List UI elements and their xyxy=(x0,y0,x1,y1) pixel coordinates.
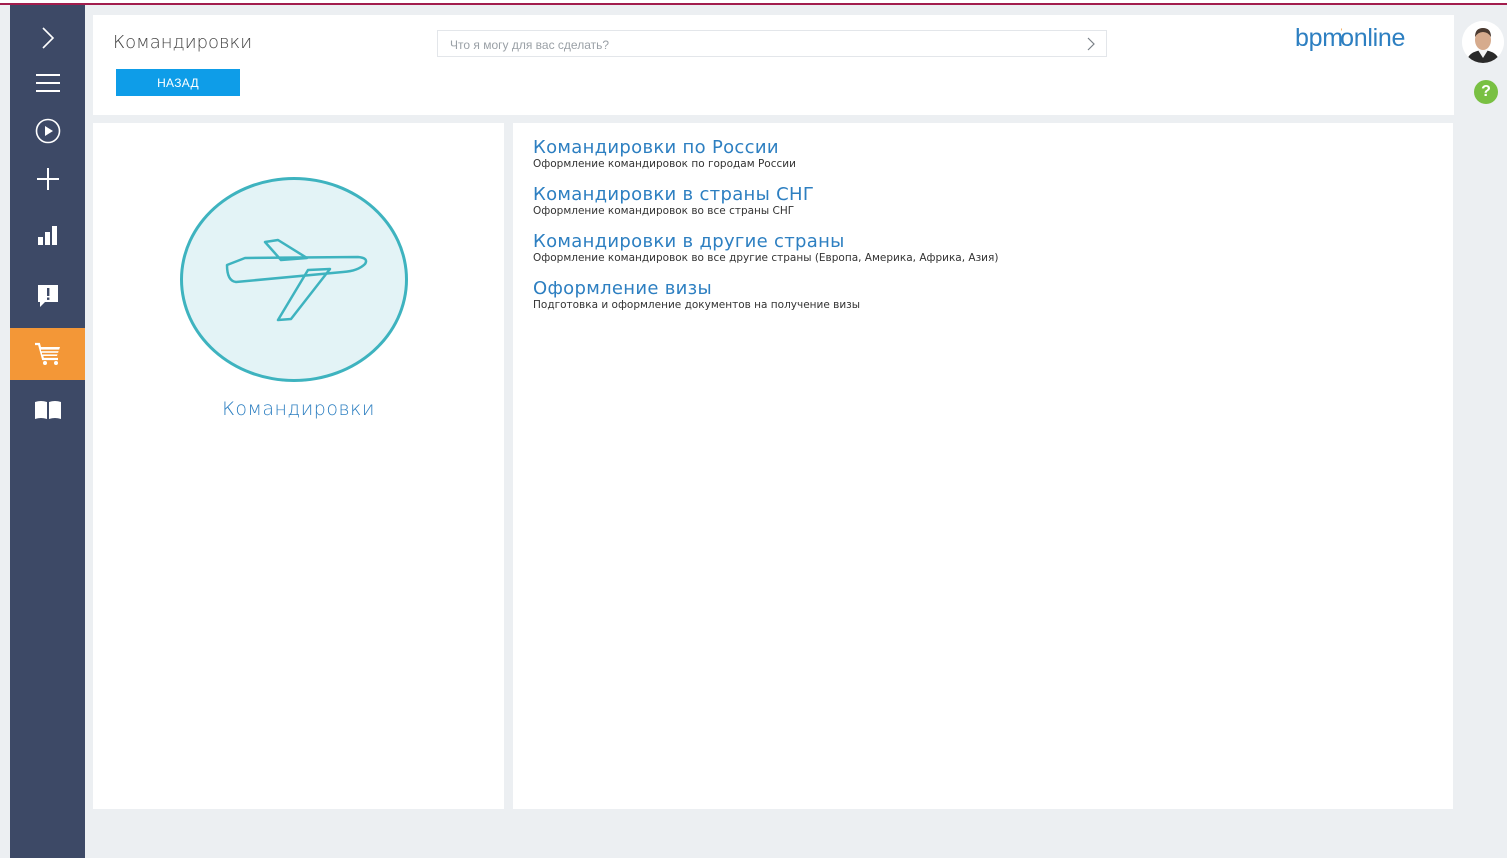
sidebar-menu-button[interactable] xyxy=(10,57,85,109)
cart-icon xyxy=(34,342,60,365)
airplane-icon xyxy=(225,238,368,322)
sidebar xyxy=(10,5,85,858)
top-accent-bar xyxy=(0,0,1507,5)
services-panel: Командировки по России Оформление команд… xyxy=(513,123,1453,809)
service-description: Подготовка и оформление документов на по… xyxy=(533,299,861,311)
alert-message-icon xyxy=(37,285,58,307)
command-line xyxy=(437,30,1107,57)
catalog-title[interactable]: Командировки xyxy=(93,398,504,420)
sidebar-analytics-button[interactable] xyxy=(10,209,85,261)
book-icon xyxy=(34,401,61,419)
plus-icon xyxy=(36,168,59,190)
bar-chart-icon xyxy=(37,226,57,245)
service-description: Оформление командировок во все другие ст… xyxy=(533,252,999,264)
catalog-image[interactable] xyxy=(180,177,408,382)
service-title[interactable]: Оформление визы xyxy=(533,278,860,300)
service-title[interactable]: Командировки в страны СНГ xyxy=(533,184,814,206)
user-photo-icon xyxy=(1462,21,1504,63)
service-item[interactable]: Командировки по России Оформление команд… xyxy=(533,137,796,170)
chevron-right-icon[interactable] xyxy=(1086,36,1096,52)
chevron-right-icon xyxy=(41,27,54,49)
hamburger-menu-icon xyxy=(35,74,60,92)
service-item[interactable]: Оформление визы Подготовка и оформление … xyxy=(533,278,860,311)
service-title[interactable]: Командировки по России xyxy=(533,137,796,159)
sidebar-service-catalog-button[interactable] xyxy=(10,328,85,380)
header: Командировки НАЗАД bpm'online xyxy=(93,15,1454,115)
help-button[interactable]: ? xyxy=(1474,80,1498,104)
sidebar-add-button[interactable] xyxy=(10,153,85,205)
page-title: Командировки xyxy=(113,32,253,53)
play-circle-icon xyxy=(35,118,60,144)
sidebar-knowledge-base-button[interactable] xyxy=(10,384,85,436)
service-description: Оформление командировок по городам Росси… xyxy=(533,158,796,170)
service-item[interactable]: Командировки в страны СНГ Оформление ком… xyxy=(533,184,814,217)
user-avatar[interactable] xyxy=(1462,21,1504,63)
service-item[interactable]: Командировки в другие страны Оформление … xyxy=(533,231,998,264)
sidebar-processes-button[interactable] xyxy=(10,105,85,157)
command-line-input[interactable] xyxy=(448,34,1052,56)
sidebar-feed-button[interactable] xyxy=(10,270,85,322)
service-title[interactable]: Командировки в другие страны xyxy=(533,231,998,253)
catalog-panel: Командировки xyxy=(93,123,504,809)
bpmonline-logo: bpm'online xyxy=(1295,24,1406,52)
back-button[interactable]: НАЗАД xyxy=(116,69,240,96)
service-description: Оформление командировок во все страны СН… xyxy=(533,205,795,217)
